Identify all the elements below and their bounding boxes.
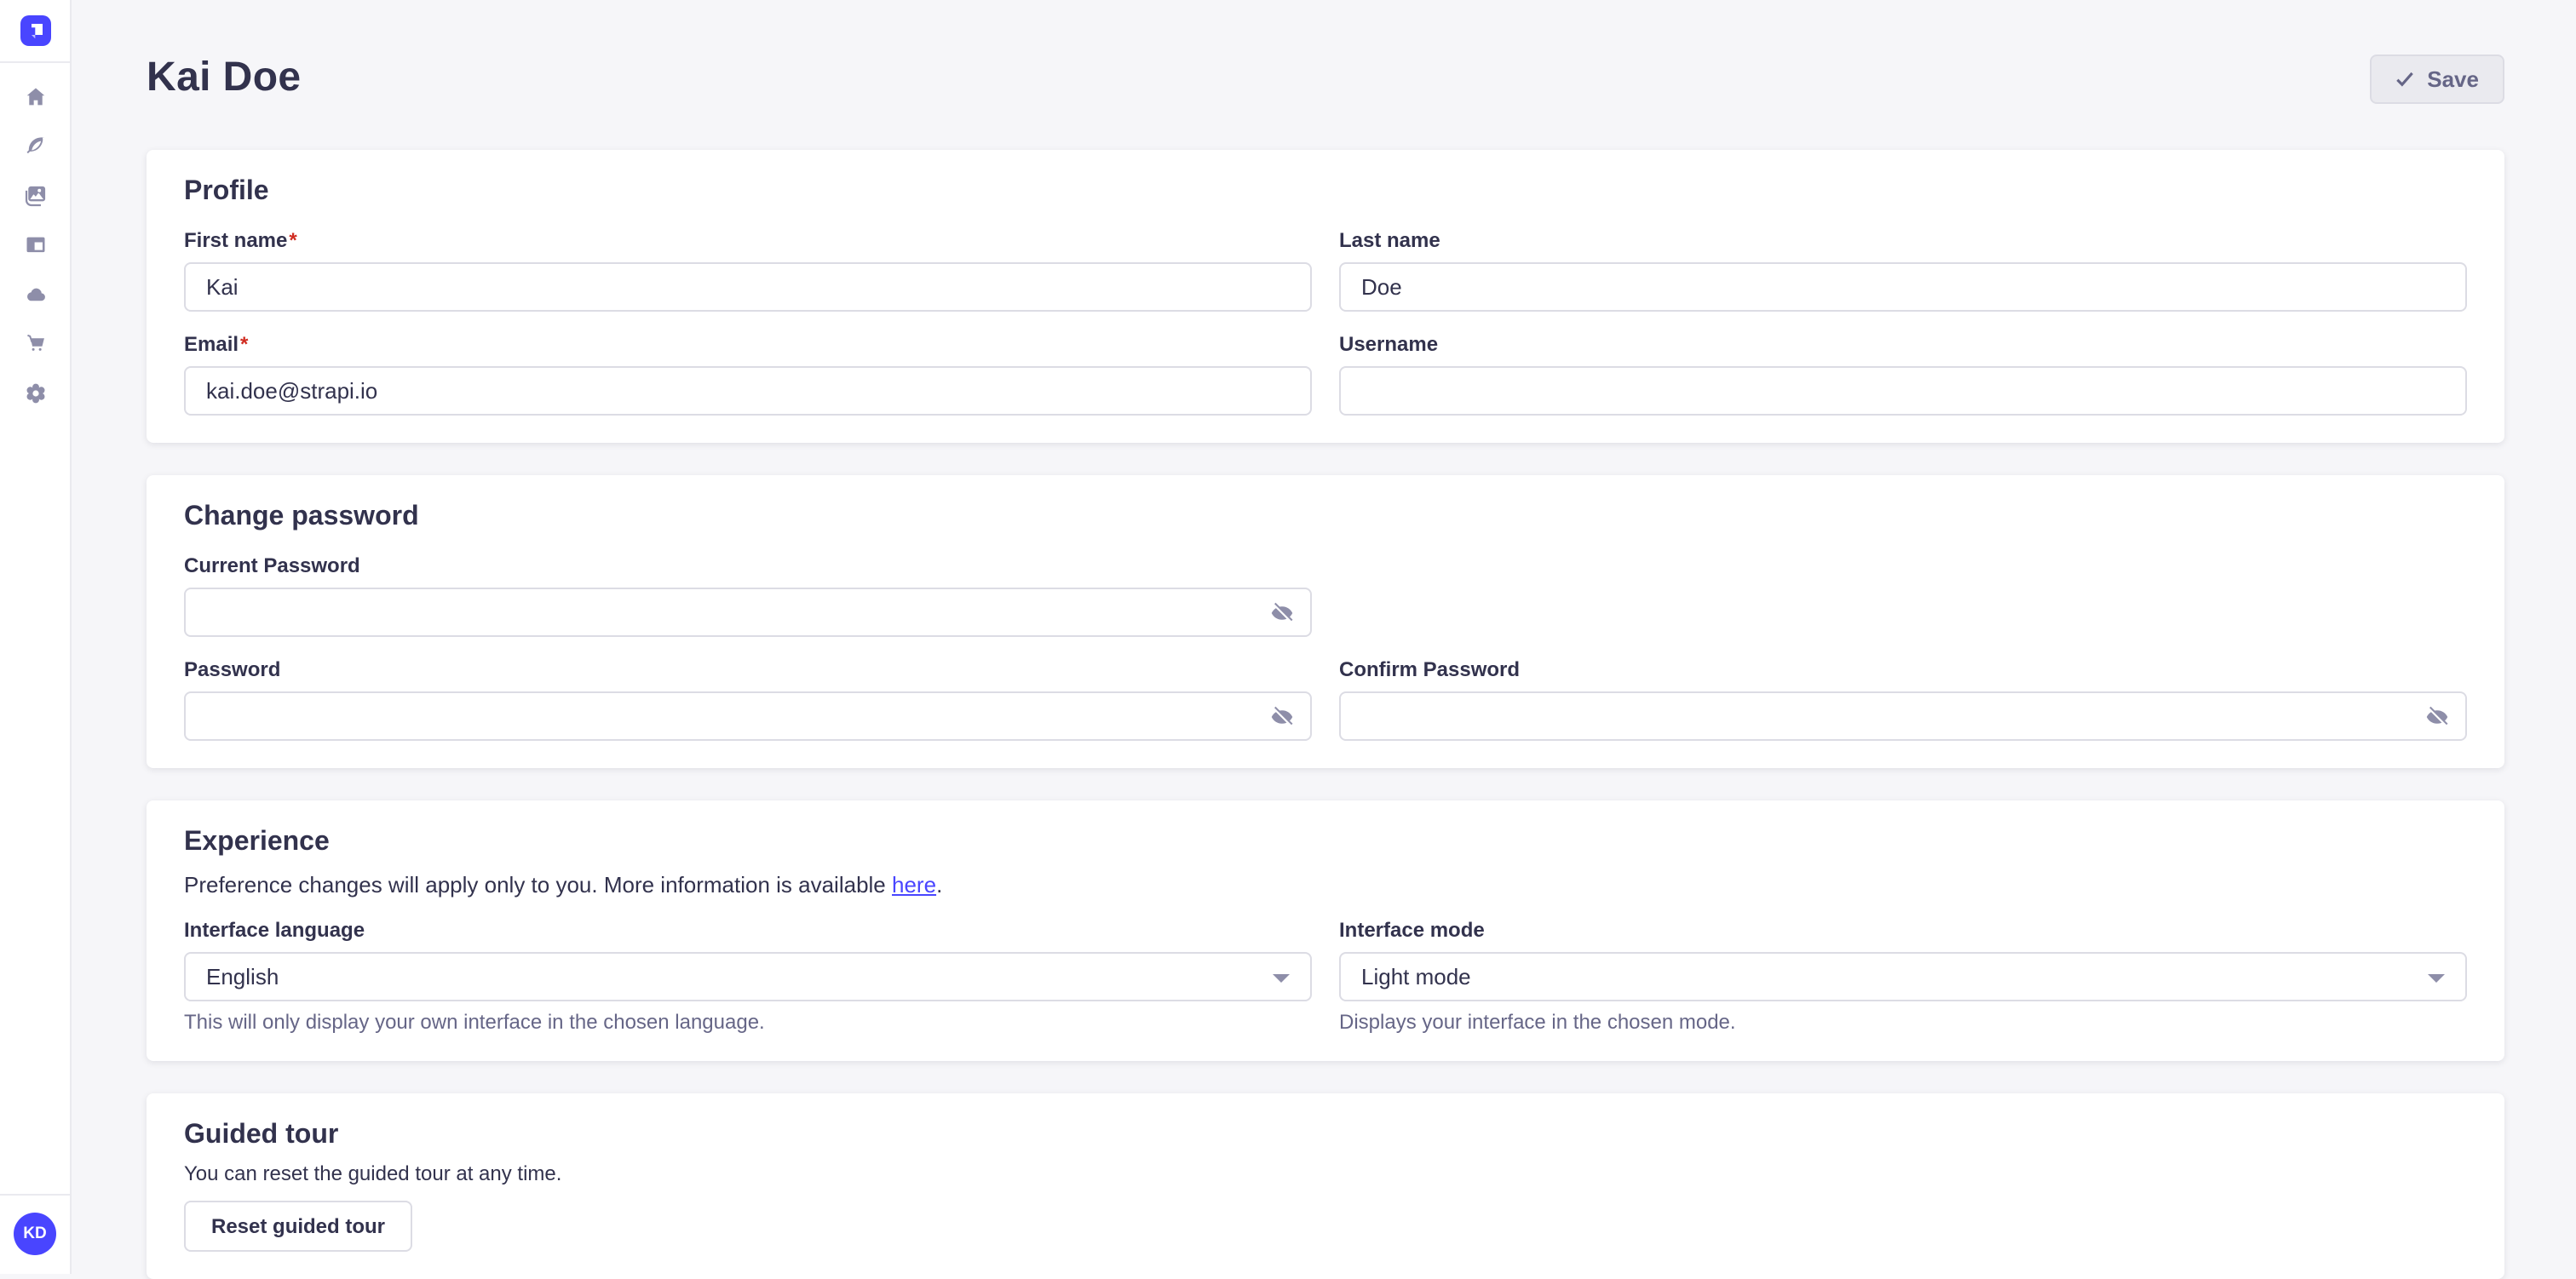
interface-mode-value: Light mode bbox=[1361, 964, 1471, 989]
experience-description: Preference changes will apply only to yo… bbox=[184, 872, 2467, 898]
username-field: Username bbox=[1339, 332, 2467, 416]
interface-language-hint: This will only display your own interfac… bbox=[184, 1010, 1312, 1034]
first-name-field: First name* bbox=[184, 228, 1312, 312]
page-header: Kai Doe Save bbox=[147, 0, 2504, 106]
chevron-down-icon bbox=[1273, 974, 1290, 983]
page-title: Kai Doe bbox=[147, 54, 302, 102]
username-label: Username bbox=[1339, 332, 2467, 358]
sidebar-item-deploy[interactable] bbox=[23, 283, 47, 307]
required-mark: * bbox=[289, 228, 296, 252]
first-name-label: First name bbox=[184, 228, 287, 252]
guided-tour-heading: Guided tour bbox=[184, 1121, 2467, 1151]
password-input[interactable] bbox=[184, 691, 1312, 741]
interface-mode-hint: Displays your interface in the chosen mo… bbox=[1339, 1010, 2467, 1034]
home-icon bbox=[23, 85, 47, 109]
current-password-field: Current Password bbox=[184, 553, 1312, 637]
interface-language-field: Interface language English This will onl… bbox=[184, 918, 1312, 1034]
main-content: Kai Doe Save Profile First name* Last na… bbox=[72, 0, 2576, 1274]
experience-heading: Experience bbox=[184, 828, 2467, 858]
sidebar: KD bbox=[0, 0, 72, 1274]
marketplace-cart-icon bbox=[23, 332, 47, 356]
sidebar-item-marketplace[interactable] bbox=[23, 332, 47, 356]
sidebar-footer: KD bbox=[0, 1194, 70, 1274]
save-button[interactable]: Save bbox=[2369, 54, 2504, 103]
toggle-password-visibility-button[interactable] bbox=[1269, 703, 1295, 729]
guided-tour-description: You can reset the guided tour at any tim… bbox=[184, 1161, 2467, 1185]
password-label: Password bbox=[184, 657, 1312, 683]
sidebar-item-content-manager[interactable] bbox=[23, 135, 47, 158]
email-input[interactable] bbox=[184, 366, 1312, 416]
sidebar-item-media-library[interactable] bbox=[23, 184, 47, 208]
password-field: Password bbox=[184, 657, 1312, 741]
interface-mode-field: Interface mode Light mode Displays your … bbox=[1339, 918, 2467, 1034]
interface-language-label: Interface language bbox=[184, 918, 1312, 943]
check-icon bbox=[2395, 69, 2413, 88]
last-name-label: Last name bbox=[1339, 228, 2467, 254]
user-avatar[interactable]: KD bbox=[14, 1213, 56, 1255]
app-root: KD Kai Doe Save Profile First name* bbox=[0, 0, 2576, 1274]
email-field: Email* bbox=[184, 332, 1312, 416]
profile-card: Profile First name* Last name Email* Use… bbox=[147, 150, 2504, 443]
confirm-password-input[interactable] bbox=[1339, 691, 2467, 741]
first-name-input[interactable] bbox=[184, 262, 1312, 312]
eye-slash-icon bbox=[2424, 703, 2450, 729]
toggle-password-visibility-button[interactable] bbox=[1269, 599, 1295, 625]
interface-language-value: English bbox=[206, 964, 279, 989]
media-library-icon bbox=[23, 184, 47, 208]
current-password-input[interactable] bbox=[184, 588, 1312, 637]
reset-guided-tour-button[interactable]: Reset guided tour bbox=[184, 1201, 412, 1252]
sidebar-item-content-type-builder[interactable] bbox=[23, 233, 47, 257]
change-password-heading: Change password bbox=[184, 502, 2467, 533]
save-button-label: Save bbox=[2427, 66, 2479, 91]
required-mark: * bbox=[240, 332, 248, 356]
confirm-password-label: Confirm Password bbox=[1339, 657, 2467, 683]
eye-slash-icon bbox=[1269, 599, 1295, 625]
interface-mode-label: Interface mode bbox=[1339, 918, 2467, 943]
eye-slash-icon bbox=[1269, 703, 1295, 729]
experience-card: Experience Preference changes will apply… bbox=[147, 800, 2504, 1061]
strapi-logo-icon bbox=[25, 20, 45, 41]
interface-mode-select[interactable]: Light mode bbox=[1339, 952, 2467, 1001]
chevron-down-icon bbox=[2428, 974, 2445, 983]
feather-icon bbox=[23, 135, 47, 158]
profile-heading: Profile bbox=[184, 177, 2467, 208]
content-type-builder-icon bbox=[23, 233, 47, 257]
username-input[interactable] bbox=[1339, 366, 2467, 416]
sidebar-item-settings[interactable] bbox=[23, 381, 47, 405]
toggle-password-visibility-button[interactable] bbox=[2424, 703, 2450, 729]
sidebar-item-home[interactable] bbox=[23, 85, 47, 109]
more-information-link[interactable]: here bbox=[892, 872, 936, 898]
sidebar-nav bbox=[23, 85, 47, 405]
email-label: Email bbox=[184, 332, 239, 356]
settings-gear-icon bbox=[23, 381, 47, 405]
interface-language-select[interactable]: English bbox=[184, 952, 1312, 1001]
logo-container bbox=[0, 0, 70, 63]
last-name-input[interactable] bbox=[1339, 262, 2467, 312]
last-name-field: Last name bbox=[1339, 228, 2467, 312]
change-password-card: Change password Current Password bbox=[147, 475, 2504, 768]
confirm-password-field: Confirm Password bbox=[1339, 657, 2467, 741]
strapi-logo[interactable] bbox=[20, 15, 50, 46]
cloud-icon bbox=[23, 283, 47, 307]
guided-tour-card: Guided tour You can reset the guided tou… bbox=[147, 1093, 2504, 1279]
current-password-label: Current Password bbox=[184, 553, 1312, 579]
